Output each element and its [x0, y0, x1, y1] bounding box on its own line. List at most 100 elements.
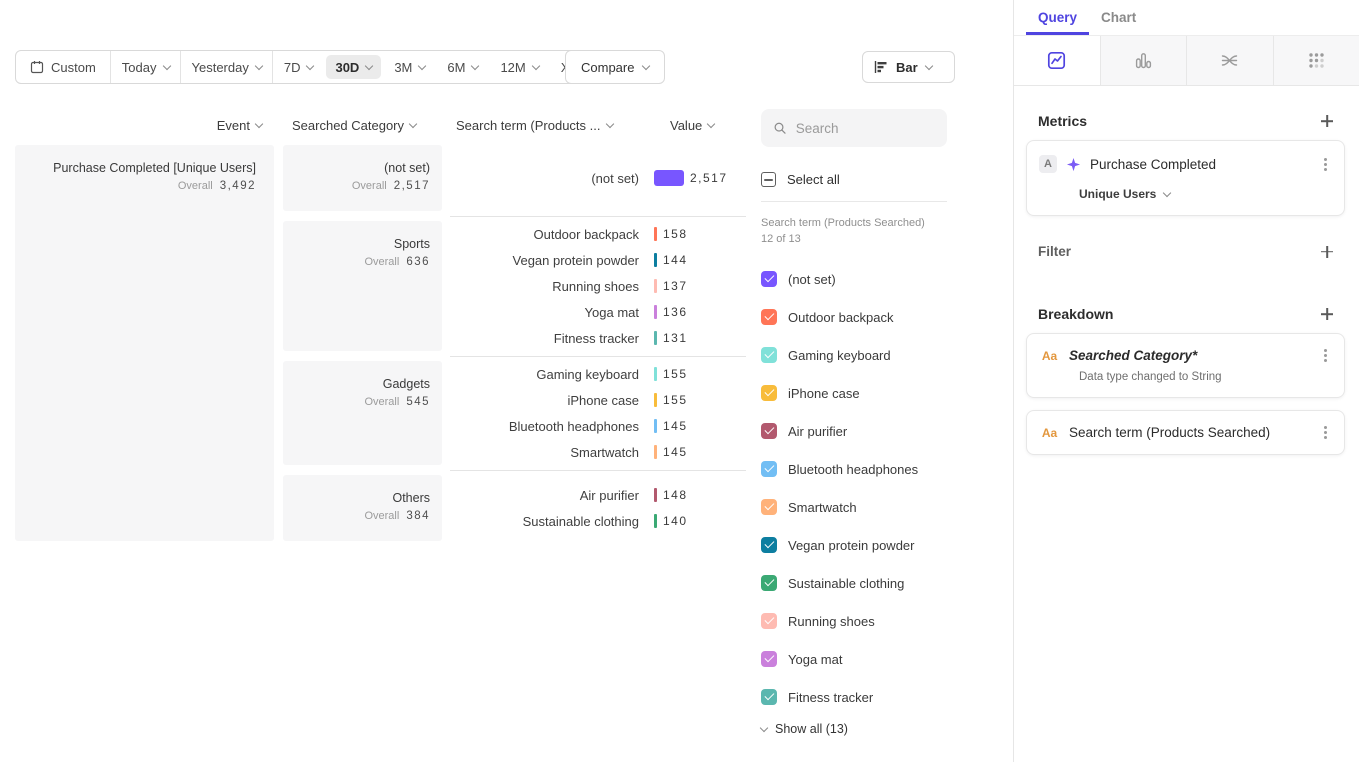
- more-icon[interactable]: [1324, 163, 1327, 166]
- term-label: Yoga mat: [450, 305, 654, 320]
- overall-value: 3,492: [220, 180, 256, 192]
- legend-checkbox[interactable]: [761, 537, 777, 553]
- select-all-row[interactable]: Select all: [761, 172, 947, 187]
- legend-item[interactable]: Running shoes: [761, 602, 947, 640]
- panel-tab[interactable]: Query: [1026, 0, 1089, 35]
- category-group: Others Overall 384 Air purifier: [283, 475, 746, 541]
- legend-item[interactable]: Bluetooth headphones: [761, 450, 947, 488]
- search-input[interactable]: [796, 121, 935, 136]
- legend-item[interactable]: (not set): [761, 260, 947, 298]
- add-metric-icon[interactable]: [1321, 115, 1333, 127]
- custom-date-button[interactable]: Custom: [16, 51, 111, 83]
- legend-checkbox[interactable]: [761, 461, 777, 477]
- date-range-option[interactable]: 7D: [273, 51, 325, 83]
- breakdown-card[interactable]: Aa Search term (Products Searched): [1026, 410, 1345, 455]
- bar-chart-icon: [874, 60, 888, 74]
- chevron-down-icon: [255, 120, 263, 128]
- show-all-toggle[interactable]: Show all (13): [761, 722, 947, 736]
- date-range-picker: Custom Today Yesterday 7D: [15, 50, 612, 84]
- date-range-option[interactable]: 6M: [436, 51, 489, 83]
- overall-label: Overall: [364, 510, 399, 522]
- legend-item[interactable]: Fitness tracker: [761, 678, 947, 716]
- panel-tabs: Query Chart: [1014, 0, 1359, 36]
- term-row: Vegan protein powder 144: [450, 247, 746, 273]
- value-bar: [654, 331, 657, 345]
- select-all-checkbox[interactable]: [761, 172, 776, 187]
- tab-retention[interactable]: [1274, 36, 1359, 85]
- tab-funnels[interactable]: [1101, 36, 1188, 85]
- date-range-label: 6M: [447, 60, 465, 75]
- legend-checkbox[interactable]: [761, 575, 777, 591]
- chevron-down-icon: [532, 61, 540, 69]
- legend-item[interactable]: Vegan protein powder: [761, 526, 947, 564]
- term-label: iPhone case: [450, 393, 654, 408]
- category-name: (not set): [295, 160, 430, 177]
- tab-insights[interactable]: [1014, 36, 1101, 85]
- category-group: Sports Overall 636 Outdoor backpack: [283, 221, 746, 351]
- select-all-label: Select all: [787, 172, 840, 187]
- chevron-down-icon: [162, 61, 170, 69]
- compare-button[interactable]: Compare: [565, 50, 665, 84]
- legend-checkbox[interactable]: [761, 651, 777, 667]
- term-value: 131: [654, 331, 746, 345]
- legend-checkbox[interactable]: [761, 689, 777, 705]
- value-number: 144: [663, 253, 688, 267]
- date-range-option[interactable]: Today: [111, 51, 181, 83]
- more-icon[interactable]: [1324, 354, 1327, 357]
- tab-flows[interactable]: [1187, 36, 1274, 85]
- term-rows: Outdoor backpack 158 Vegan protein powde…: [450, 221, 746, 351]
- calendar-icon: [30, 60, 44, 74]
- add-breakdown-icon[interactable]: [1321, 308, 1333, 320]
- date-range-option[interactable]: 3M: [383, 51, 436, 83]
- search-icon: [773, 120, 787, 136]
- legend-item[interactable]: Outdoor backpack: [761, 298, 947, 336]
- legend-item[interactable]: Sustainable clothing: [761, 564, 947, 602]
- value-number: 155: [663, 367, 688, 381]
- term-label: Vegan protein powder: [450, 253, 654, 268]
- column-header-value[interactable]: Value: [670, 117, 714, 134]
- column-header-category[interactable]: Searched Category: [292, 117, 416, 134]
- legend-item[interactable]: Yoga mat: [761, 640, 947, 678]
- term-row: Gaming keyboard 155: [450, 361, 746, 387]
- metrics-heading: Metrics: [1038, 113, 1087, 129]
- show-all-label: Show all (13): [775, 722, 848, 736]
- filter-section-header: Filter: [1026, 244, 1345, 259]
- legend-item[interactable]: Gaming keyboard: [761, 336, 947, 374]
- legend-checkbox[interactable]: [761, 499, 777, 515]
- legend-checkbox[interactable]: [761, 613, 777, 629]
- date-range-option[interactable]: Yesterday: [181, 51, 273, 83]
- column-header-term[interactable]: Search term (Products ...: [456, 117, 613, 134]
- breakdown-groups: (not set) Overall 2,517 (not set): [283, 145, 746, 551]
- legend-divider: [761, 201, 947, 202]
- legend-item[interactable]: Smartwatch: [761, 488, 947, 526]
- legend-label: Gaming keyboard: [788, 348, 891, 363]
- legend-checkbox[interactable]: [761, 385, 777, 401]
- breakdown-row: Aa Search term (Products Searched): [1039, 425, 1332, 440]
- breakdown-card[interactable]: Aa Searched Category* Data type changed …: [1026, 333, 1345, 398]
- measurement-dropdown[interactable]: Unique Users: [1079, 187, 1332, 201]
- category-cell: Gadgets Overall 545: [283, 361, 442, 465]
- value-number: 140: [663, 514, 688, 528]
- metric-card[interactable]: A Purchase Completed Unique Users: [1026, 140, 1345, 216]
- legend-label: Air purifier: [788, 424, 847, 439]
- legend-item[interactable]: Air purifier: [761, 412, 947, 450]
- value-bar: [654, 279, 657, 293]
- term-row: Yoga mat 136: [450, 299, 746, 325]
- legend-checkbox[interactable]: [761, 423, 777, 439]
- term-row: Bluetooth headphones 145: [450, 413, 746, 439]
- legend-checkbox[interactable]: [761, 309, 777, 325]
- legend-label: Yoga mat: [788, 652, 842, 667]
- legend-item[interactable]: iPhone case: [761, 374, 947, 412]
- chart-type-selector[interactable]: Bar: [862, 51, 955, 83]
- date-range-option[interactable]: 30D: [324, 51, 383, 83]
- legend-list-label: Search term (Products Searched) 12 of 13: [761, 215, 929, 247]
- date-range-option[interactable]: 12M: [489, 51, 549, 83]
- legend-checkbox[interactable]: [761, 271, 777, 287]
- overall-value: 2,517: [394, 180, 430, 192]
- panel-tab[interactable]: Chart: [1089, 0, 1148, 35]
- legend-search[interactable]: [761, 109, 947, 147]
- add-filter-icon[interactable]: [1321, 246, 1333, 258]
- legend-checkbox[interactable]: [761, 347, 777, 363]
- column-header-event[interactable]: Event: [15, 117, 262, 134]
- more-icon[interactable]: [1324, 431, 1327, 434]
